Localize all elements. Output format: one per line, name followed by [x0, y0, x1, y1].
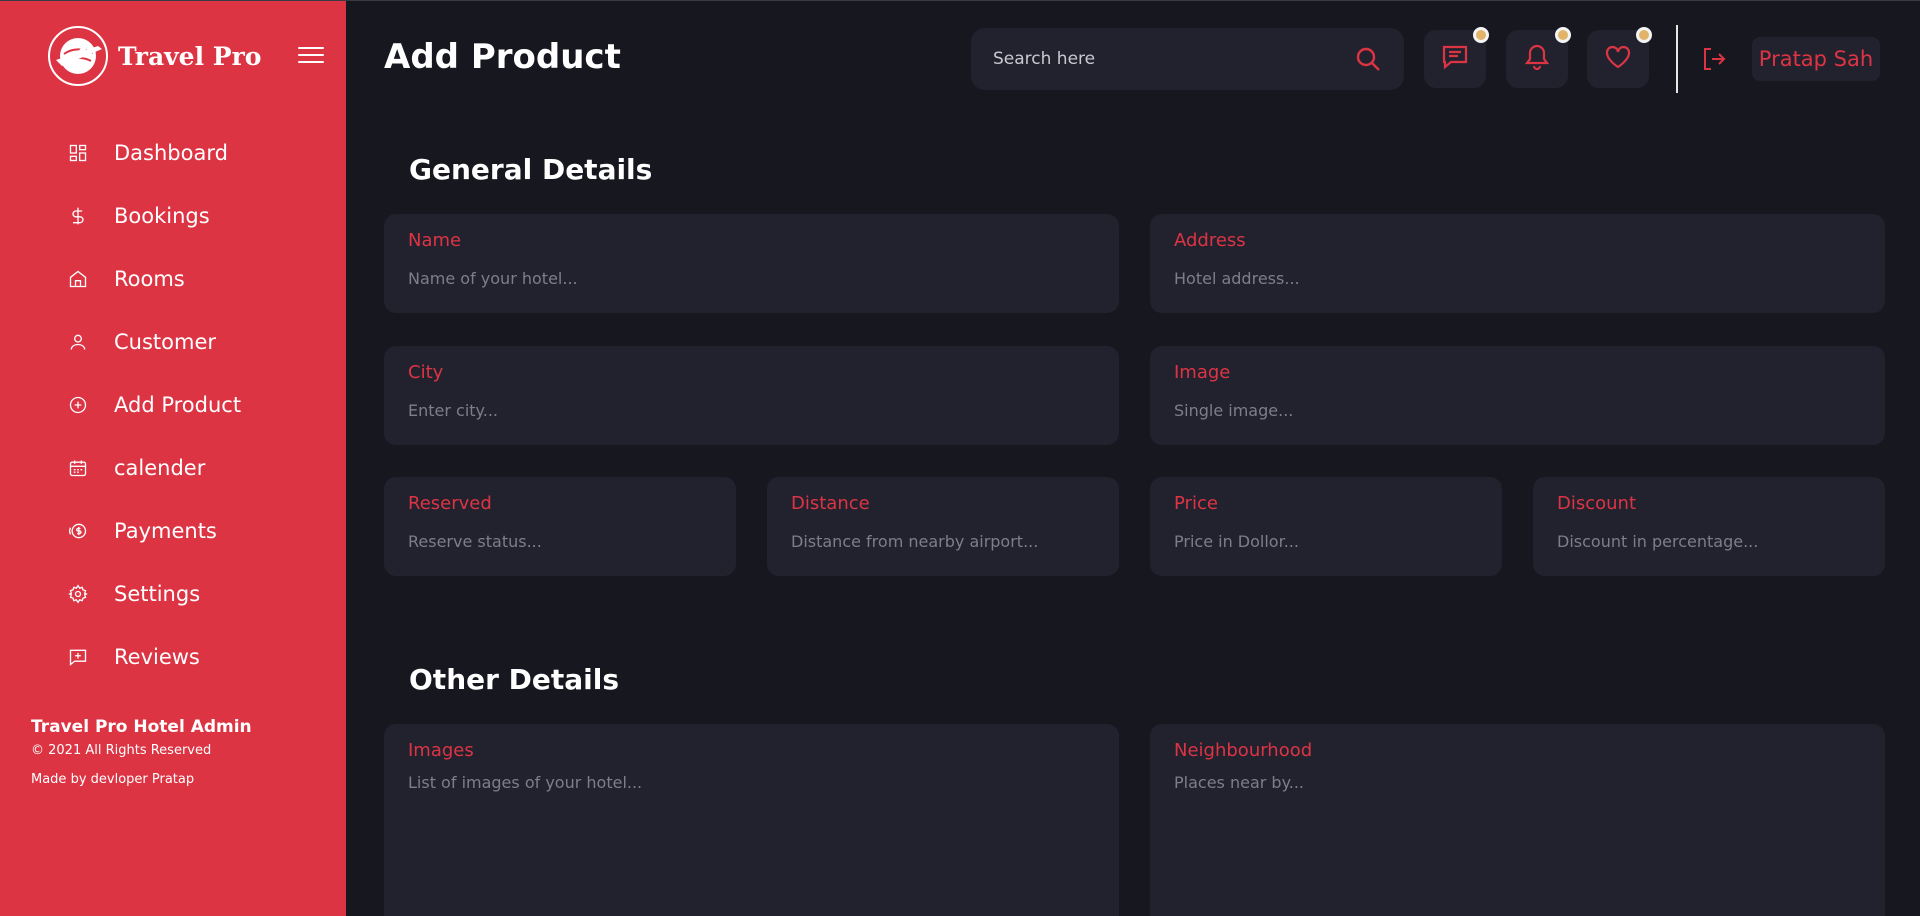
search-box [971, 28, 1404, 90]
sidebar: Travel Pro Dashboard Bookings Rooms Cust… [0, 1, 346, 916]
calendar-icon [66, 456, 90, 480]
general-details-title: General Details [409, 153, 653, 186]
chat-icon [1440, 42, 1470, 76]
notifications-button[interactable] [1506, 27, 1571, 88]
reserved-label: Reserved [408, 493, 492, 514]
notification-dot [1473, 27, 1489, 43]
discount-label: Discount [1557, 493, 1637, 514]
name-label: Name [408, 230, 462, 251]
sidebar-item-label: Payments [114, 518, 217, 543]
images-field: Images [384, 724, 1119, 916]
neighbourhood-textarea[interactable] [1174, 773, 1861, 893]
footer-title: Travel Pro Hotel Admin [31, 717, 252, 737]
name-input[interactable] [408, 269, 1095, 288]
other-details-title: Other Details [409, 663, 620, 696]
city-input[interactable] [408, 401, 1095, 420]
images-label: Images [408, 740, 474, 761]
plus-circle-icon [66, 393, 90, 417]
favorites-button[interactable] [1587, 27, 1652, 88]
distance-label: Distance [791, 493, 870, 514]
sidebar-item-label: Add Product [114, 392, 242, 417]
sidebar-item-calender[interactable]: calender [0, 436, 346, 499]
sidebar-item-label: Dashboard [114, 140, 228, 165]
page-title: Add Product [384, 37, 621, 77]
logout-icon[interactable] [1700, 45, 1730, 75]
address-input[interactable] [1174, 269, 1861, 288]
home-icon [66, 267, 90, 291]
user-name-button[interactable]: Pratap Sah [1752, 37, 1880, 81]
image-field: Image [1150, 346, 1885, 445]
messages-button[interactable] [1424, 27, 1489, 88]
distance-input[interactable] [791, 532, 1095, 551]
city-field: City [384, 346, 1119, 445]
sidebar-item-bookings[interactable]: Bookings [0, 184, 346, 247]
image-label: Image [1174, 362, 1231, 383]
name-field: Name [384, 214, 1119, 313]
neighbourhood-field: Neighbourhood [1150, 724, 1885, 916]
sidebar-item-add-product[interactable]: Add Product [0, 373, 346, 436]
header-divider [1676, 25, 1678, 93]
notification-dot [1555, 27, 1571, 43]
sidebar-item-customer[interactable]: Customer [0, 310, 346, 373]
distance-field: Distance [767, 477, 1119, 576]
brand[interactable]: Travel Pro [46, 23, 261, 89]
bell-icon [1522, 42, 1552, 76]
address-label: Address [1174, 230, 1246, 251]
sidebar-item-label: calender [114, 455, 206, 480]
sidebar-item-label: Reviews [114, 644, 200, 669]
city-label: City [408, 362, 444, 383]
price-input[interactable] [1174, 532, 1478, 551]
price-label: Price [1174, 493, 1218, 514]
sidebar-item-label: Settings [114, 581, 201, 606]
sidebar-item-reviews[interactable]: Reviews [0, 625, 346, 688]
reserved-input[interactable] [408, 532, 712, 551]
menu-toggle-icon[interactable] [298, 47, 324, 67]
search-icon[interactable] [1354, 45, 1382, 73]
reserved-field: Reserved [384, 477, 736, 576]
address-field: Address [1150, 214, 1885, 313]
search-input[interactable] [993, 49, 1333, 69]
message-plus-icon [66, 645, 90, 669]
sidebar-item-label: Rooms [114, 266, 185, 291]
sidebar-item-dashboard[interactable]: Dashboard [0, 121, 346, 184]
neighbourhood-label: Neighbourhood [1174, 740, 1313, 761]
sidebar-item-settings[interactable]: Settings [0, 562, 346, 625]
sidebar-nav: Dashboard Bookings Rooms Customer Add Pr… [0, 121, 346, 688]
sidebar-item-payments[interactable]: Payments [0, 499, 346, 562]
discount-input[interactable] [1557, 532, 1861, 551]
heart-icon [1603, 42, 1633, 76]
logo [46, 24, 110, 88]
image-input[interactable] [1174, 401, 1861, 420]
dashboard-icon [66, 141, 90, 165]
gear-icon [66, 582, 90, 606]
sidebar-footer: Travel Pro Hotel Admin © 2021 All Rights… [31, 717, 252, 787]
sidebar-item-label: Bookings [114, 203, 210, 228]
coin-icon [66, 519, 90, 543]
footer-made-by: Made by devloper Pratap [31, 772, 195, 787]
footer-copyright: © 2021 All Rights Reserved [31, 743, 212, 758]
sidebar-item-label: Customer [114, 329, 217, 354]
dollar-icon [66, 204, 90, 228]
price-field: Price [1150, 477, 1502, 576]
sidebar-item-rooms[interactable]: Rooms [0, 247, 346, 310]
discount-field: Discount [1533, 477, 1885, 576]
user-icon [66, 330, 90, 354]
images-textarea[interactable] [408, 773, 1095, 893]
brand-name: Travel Pro [118, 41, 262, 71]
notification-dot [1636, 27, 1652, 43]
